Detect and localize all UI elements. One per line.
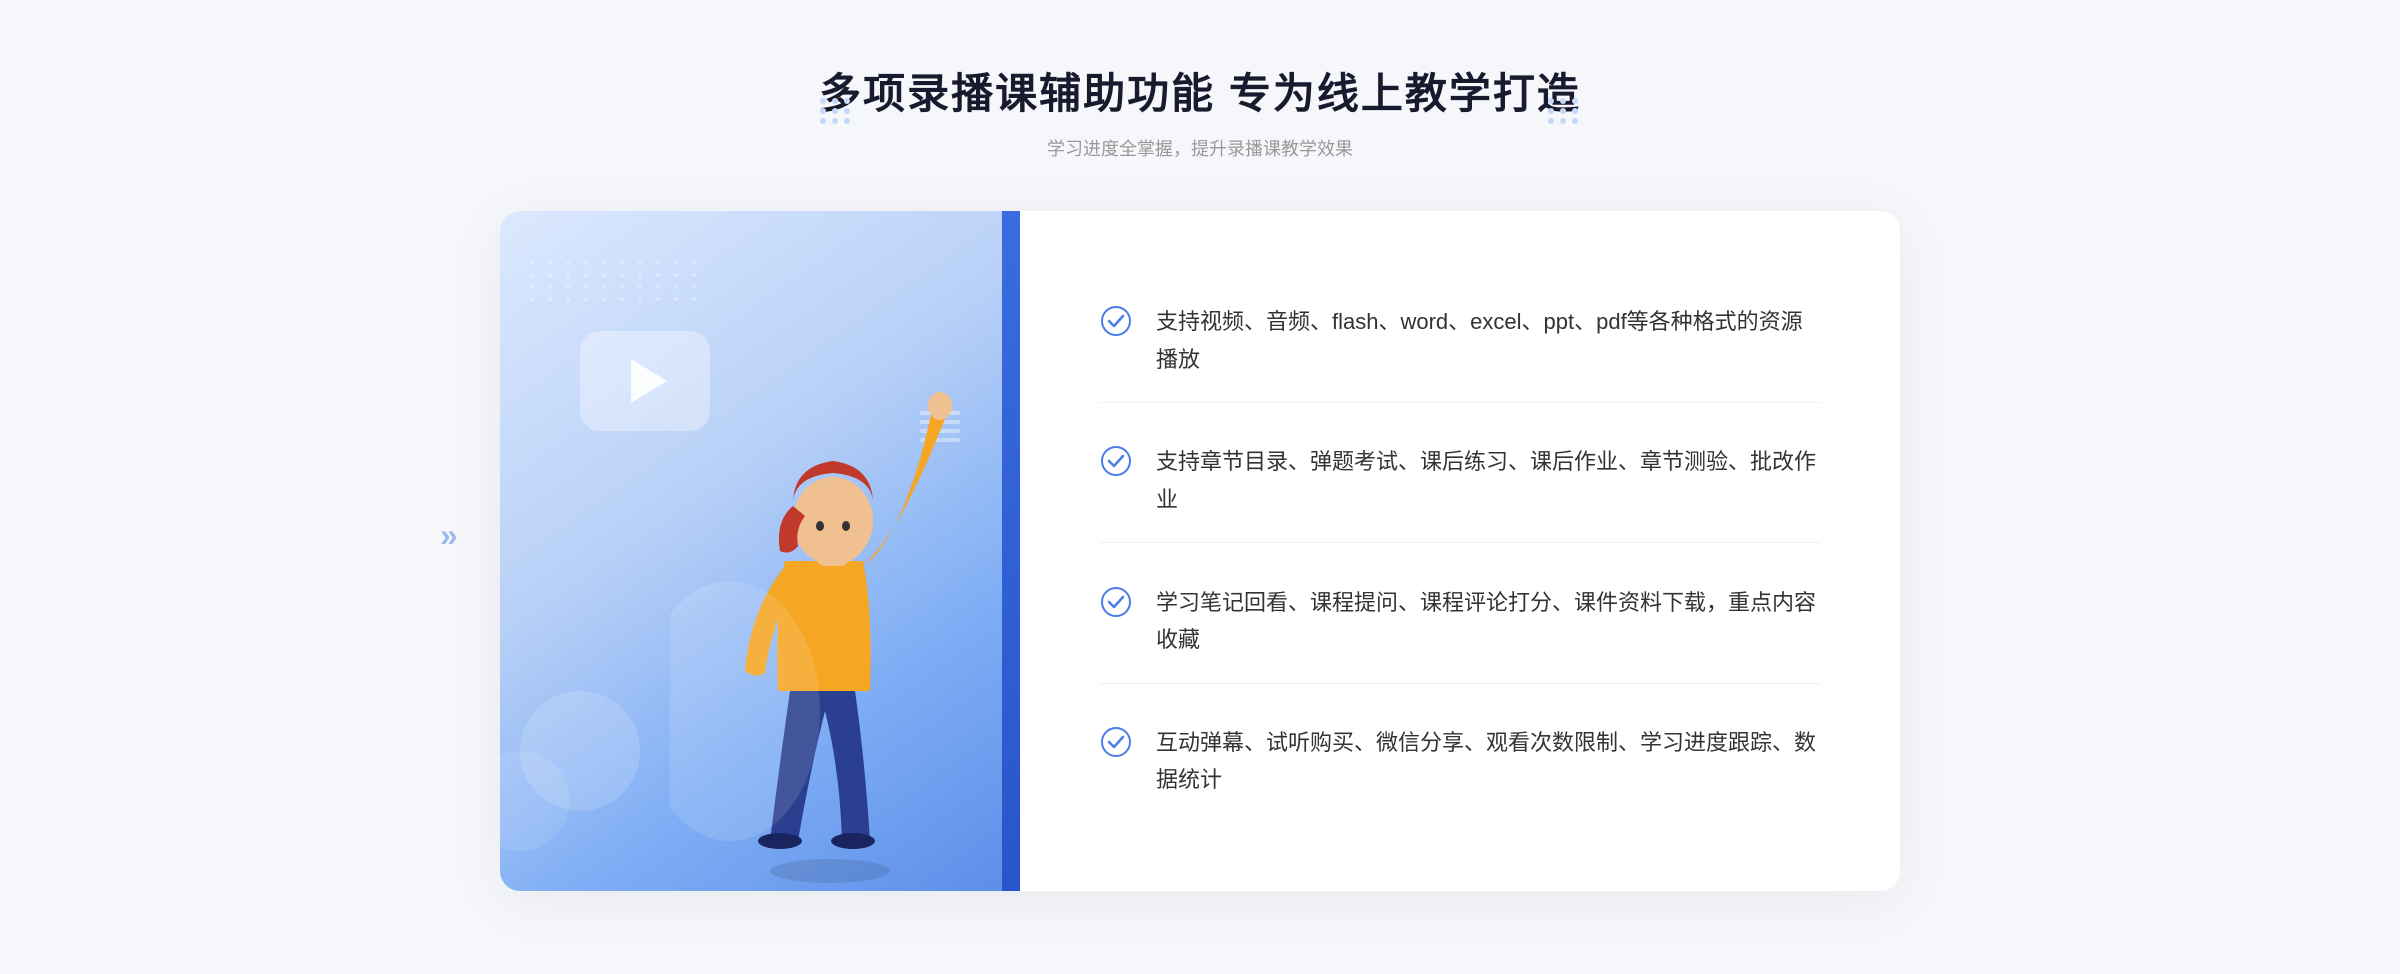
- feature-item-3: 学习笔记回看、课程提问、课程评论打分、课件资料下载，重点内容收藏: [1100, 560, 1820, 684]
- dot-grid-decoration: [530, 261, 702, 301]
- decorative-dots-left: [820, 98, 852, 124]
- feature-item-1: 支持视频、音频、flash、word、excel、ppt、pdf等各种格式的资源…: [1100, 279, 1820, 403]
- feature-text-3: 学习笔记回看、课程提问、课程评论打分、课件资料下载，重点内容收藏: [1156, 584, 1820, 659]
- page-title: 多项录播课辅助功能 专为线上教学打造: [0, 60, 2400, 121]
- accent-bar: [1002, 211, 1020, 891]
- check-circle-icon-2: [1100, 445, 1132, 477]
- page-subtitle: 学习进度全掌握，提升录播课教学效果: [0, 135, 2400, 161]
- person-illustration: [670, 311, 990, 891]
- left-illustration-panel: [500, 211, 1020, 891]
- page-wrapper: 多项录播课辅助功能 专为线上教学打造 学习进度全掌握，提升录播课教学效果 »: [0, 0, 2400, 974]
- feature-item-4: 互动弹幕、试听购买、微信分享、观看次数限制、学习进度跟踪、数据统计: [1100, 700, 1820, 823]
- check-circle-icon-4: [1100, 726, 1132, 758]
- feature-text-2: 支持章节目录、弹题考试、课后练习、课后作业、章节测验、批改作业: [1156, 443, 1820, 518]
- decorative-dots-right: [1548, 98, 1580, 124]
- play-icon: [631, 359, 667, 403]
- feature-item-2: 支持章节目录、弹题考试、课后练习、课后作业、章节测验、批改作业: [1100, 419, 1820, 543]
- right-features-panel: 支持视频、音频、flash、word、excel、ppt、pdf等各种格式的资源…: [1020, 211, 1900, 891]
- feature-text-4: 互动弹幕、试听购买、微信分享、观看次数限制、学习进度跟踪、数据统计: [1156, 724, 1820, 799]
- feature-text-1: 支持视频、音频、flash、word、excel、ppt、pdf等各种格式的资源…: [1156, 303, 1820, 378]
- check-circle-icon-3: [1100, 586, 1132, 618]
- header-section: 多项录播课辅助功能 专为线上教学打造 学习进度全掌握，提升录播课教学效果: [0, 60, 2400, 161]
- check-circle-icon-1: [1100, 305, 1132, 337]
- content-area: 支持视频、音频、flash、word、excel、ppt、pdf等各种格式的资源…: [500, 211, 1900, 891]
- outer-chevron-left: »: [440, 517, 458, 554]
